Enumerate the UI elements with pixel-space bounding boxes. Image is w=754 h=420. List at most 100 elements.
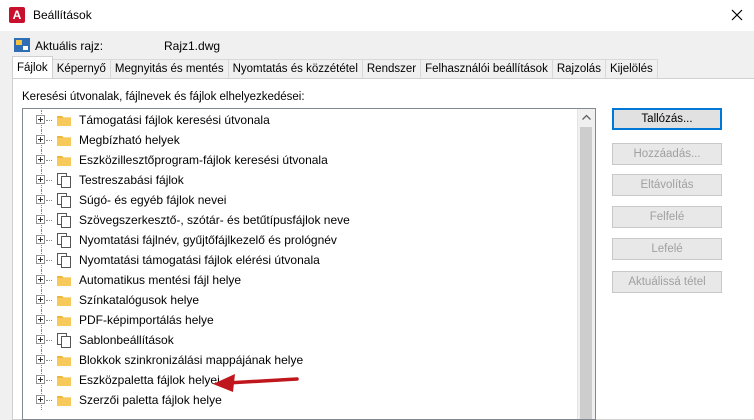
title-bar: A Beállítások bbox=[0, 0, 754, 31]
expand-plus-icon[interactable] bbox=[36, 115, 45, 124]
tree-guide-line bbox=[46, 300, 52, 301]
tree-node[interactable]: Eszközpaletta fájlok helyei bbox=[23, 370, 578, 390]
tree-node[interactable]: Súgó- és egyéb fájlok nevei bbox=[23, 190, 578, 210]
folder-icon bbox=[57, 296, 71, 306]
tab-plot-publish[interactable]: Nyomtatás és közzététel bbox=[227, 59, 363, 78]
expand-plus-icon[interactable] bbox=[36, 315, 45, 324]
tab-files[interactable]: Fájlok bbox=[12, 56, 53, 78]
drawing-file-icon bbox=[14, 38, 30, 52]
expand-plus-icon[interactable] bbox=[36, 135, 45, 144]
close-button[interactable] bbox=[724, 2, 750, 28]
tree-node-label: Színkatalógusok helye bbox=[79, 293, 200, 307]
expand-plus-icon[interactable] bbox=[36, 155, 45, 164]
tree-guide-line bbox=[46, 120, 52, 121]
current-drawing-row: Aktuális rajz: Rajz1.dwg bbox=[0, 33, 754, 55]
add-button[interactable]: Hozzáadás... bbox=[612, 143, 722, 165]
folder-icon bbox=[57, 376, 71, 386]
files-icon bbox=[57, 173, 71, 188]
tree-node[interactable]: Nyomtatási támogatási fájlok elérési útv… bbox=[23, 250, 578, 270]
tree-guide-line bbox=[46, 380, 52, 381]
tree-guide-line bbox=[46, 220, 52, 221]
tree-node-label: Nyomtatási támogatási fájlok elérési útv… bbox=[79, 253, 320, 267]
move-down-button[interactable]: Lefelé bbox=[612, 238, 722, 260]
tree-guide-line bbox=[46, 340, 52, 341]
tree-node-label: Súgó- és egyéb fájlok nevei bbox=[79, 193, 227, 207]
tree-node[interactable]: Szerzői paletta fájlok helye bbox=[23, 390, 578, 410]
folder-icon bbox=[57, 356, 71, 366]
tree-guide-line bbox=[46, 160, 52, 161]
scroll-up-icon[interactable] bbox=[578, 109, 595, 126]
tree-node-label: Eszközillesztőprogram-fájlok keresési út… bbox=[79, 153, 328, 167]
tree-guide-line bbox=[46, 320, 52, 321]
tree-guide-line bbox=[46, 240, 52, 241]
expand-plus-icon[interactable] bbox=[36, 195, 45, 204]
tree-node-label: Megbízható helyek bbox=[79, 133, 180, 147]
browse-button[interactable]: Tallózás... bbox=[612, 108, 722, 130]
tree-node[interactable]: PDF-képimportálás helye bbox=[23, 310, 578, 330]
files-icon bbox=[57, 213, 71, 228]
autocad-app-icon: A bbox=[9, 7, 25, 23]
tab-open-save[interactable]: Megnyitás és mentés bbox=[109, 59, 229, 78]
folder-icon bbox=[57, 276, 71, 286]
tree-node-label: Testreszabási fájlok bbox=[79, 173, 184, 187]
tree-guide-line bbox=[46, 260, 52, 261]
current-drawing-name: Rajz1.dwg bbox=[164, 39, 221, 53]
remove-button[interactable]: Eltávolítás bbox=[612, 174, 722, 196]
tree-guide-line bbox=[46, 140, 52, 141]
expand-plus-icon[interactable] bbox=[36, 255, 45, 264]
tree-node[interactable]: Támogatási fájlok keresési útvonala bbox=[23, 110, 578, 130]
tree-node[interactable]: Testreszabási fájlok bbox=[23, 170, 578, 190]
tree-node[interactable]: Színkatalógusok helye bbox=[23, 290, 578, 310]
scrollbar-thumb[interactable] bbox=[580, 127, 592, 419]
tree-node-label: Támogatási fájlok keresési útvonala bbox=[79, 113, 270, 127]
folder-icon bbox=[57, 136, 71, 146]
tree-node-label: Eszközpaletta fájlok helyei bbox=[79, 373, 220, 387]
tree-node-label: Sablonbeállítások bbox=[79, 333, 174, 347]
search-paths-label: Keresési útvonalak, fájlnevek és fájlok … bbox=[22, 91, 305, 103]
expand-plus-icon[interactable] bbox=[36, 355, 45, 364]
tree-node-label: Nyomtatási fájlnév, gyűjtőfájlkezelő és … bbox=[79, 233, 337, 247]
tree-guide-line bbox=[46, 400, 52, 401]
tree-guide-line bbox=[46, 280, 52, 281]
tree-guide-line bbox=[46, 200, 52, 201]
expand-plus-icon[interactable] bbox=[36, 175, 45, 184]
annotation-arrow-icon bbox=[213, 374, 299, 392]
expand-plus-icon[interactable] bbox=[36, 295, 45, 304]
expand-plus-icon[interactable] bbox=[36, 375, 45, 384]
search-paths-tree[interactable]: Támogatási fájlok keresési útvonala Megbí… bbox=[22, 108, 596, 420]
tree-node[interactable]: Nyomtatási fájlnév, gyűjtőfájlkezelő és … bbox=[23, 230, 578, 250]
folder-icon bbox=[57, 116, 71, 126]
tree-guide-line bbox=[46, 360, 52, 361]
move-up-button[interactable]: Felfelé bbox=[612, 206, 722, 228]
files-icon bbox=[57, 193, 71, 208]
tree-node[interactable]: Blokkok szinkronizálási mappájának helye bbox=[23, 350, 578, 370]
tab-drafting[interactable]: Rajzolás bbox=[551, 59, 606, 78]
tab-display[interactable]: Képernyő bbox=[51, 59, 111, 78]
tree-node-label: Automatikus mentési fájl helye bbox=[79, 273, 242, 287]
tree-node[interactable]: Automatikus mentési fájl helye bbox=[23, 270, 578, 290]
tab-user-preferences[interactable]: Felhasználói beállítások bbox=[420, 59, 553, 78]
expand-plus-icon[interactable] bbox=[36, 335, 45, 344]
tree-node[interactable]: Eszközillesztőprogram-fájlok keresési út… bbox=[23, 150, 578, 170]
tree-list: Támogatási fájlok keresési útvonala Megbí… bbox=[23, 110, 578, 410]
files-icon bbox=[57, 253, 71, 268]
folder-icon bbox=[57, 316, 71, 326]
close-icon bbox=[731, 9, 743, 21]
folder-icon bbox=[57, 156, 71, 166]
tab-selection[interactable]: Kijelölés bbox=[604, 59, 658, 78]
tree-node-label: Szövegszerkesztő-, szótár- és betűtípusf… bbox=[79, 213, 350, 227]
current-drawing-label: Aktuális rajz: bbox=[35, 39, 104, 53]
set-current-button[interactable]: Aktuálissá tétel bbox=[612, 271, 722, 293]
expand-plus-icon[interactable] bbox=[36, 235, 45, 244]
files-icon bbox=[57, 233, 71, 248]
files-icon bbox=[57, 333, 71, 348]
tree-node-label: PDF-képimportálás helye bbox=[79, 313, 214, 327]
expand-plus-icon[interactable] bbox=[36, 275, 45, 284]
tree-node[interactable]: Szövegszerkesztő-, szótár- és betűtípusf… bbox=[23, 210, 578, 230]
tree-node[interactable]: Megbízható helyek bbox=[23, 130, 578, 150]
vertical-scrollbar[interactable] bbox=[577, 109, 595, 419]
expand-plus-icon[interactable] bbox=[36, 215, 45, 224]
tree-node[interactable]: Sablonbeállítások bbox=[23, 330, 578, 350]
tab-system[interactable]: Rendszer bbox=[361, 59, 422, 78]
expand-plus-icon[interactable] bbox=[36, 395, 45, 404]
